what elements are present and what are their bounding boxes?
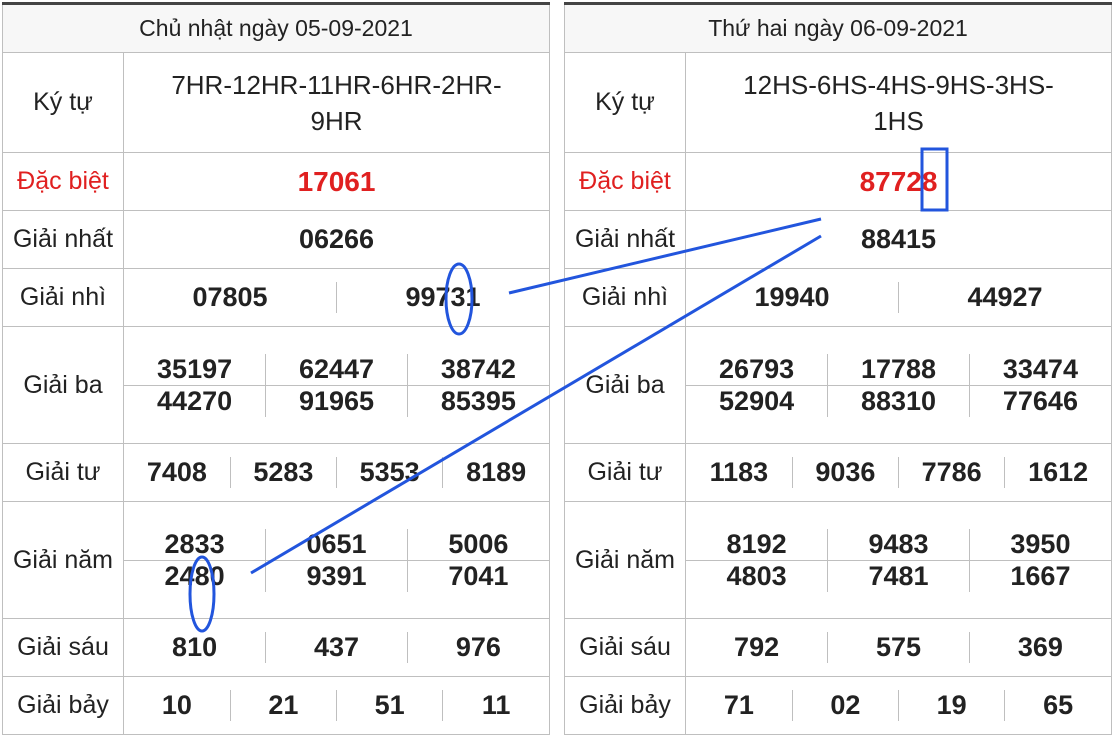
third-prize-number: 91965 — [265, 384, 408, 417]
third-prize-number: 77646 — [968, 384, 1111, 417]
label-special-prize: Đặc biệt — [564, 152, 686, 211]
label-sixth-prize: Giải sáu — [2, 618, 124, 677]
second-prize-number: 19940 — [754, 282, 830, 312]
seventh-prize-number: 02 — [791, 690, 899, 721]
fifth-prize-number: 2833 — [164, 528, 225, 559]
sixth-prize-number: 976 — [406, 632, 549, 663]
seventh-prize-number: 21 — [229, 690, 337, 721]
third-prize-number: 52904 — [686, 384, 828, 417]
fourth-prize-number: 5353 — [335, 457, 443, 488]
third-prize-number: 85395 — [406, 384, 549, 417]
third-prize-number: 33474 — [968, 353, 1111, 385]
kytu-line1: 12HS-6HS-4HS-9HS-3HS- — [743, 69, 1054, 100]
sixth-prize-number: 810 — [172, 632, 218, 662]
kytu-line2: 1HS — [873, 105, 924, 136]
fifth-prize-number: 0651 — [265, 528, 408, 560]
seventh-prize-number: 65 — [1004, 690, 1111, 721]
label-fifth-prize: Giải năm — [564, 501, 686, 619]
second-prize-cell: 19940 44927 — [684, 268, 1113, 327]
sixth-prize-number: 792 — [734, 632, 780, 662]
fifth-prize-number: 3950 — [968, 528, 1111, 560]
special-prize-number: 87728 — [684, 152, 1113, 211]
label-second-prize: Giải nhì — [564, 268, 686, 327]
label-fifth-prize: Giải năm — [2, 501, 124, 619]
label-second-prize: Giải nhì — [2, 268, 124, 327]
first-prize-number: 88415 — [684, 210, 1113, 269]
fifth-prize-number: 5006 — [406, 528, 549, 560]
seventh-prize-number: 11 — [442, 690, 549, 721]
label-third-prize: Giải ba — [564, 326, 686, 444]
third-prize-number: 35197 — [157, 353, 233, 384]
third-prize-cell: 35197 62447 38742 44270 91965 85395 — [123, 326, 550, 444]
third-prize-number: 26793 — [719, 353, 795, 384]
seventh-prize-number: 19 — [897, 690, 1005, 721]
label-kytu: Ký tự — [564, 52, 686, 153]
results-table-left: Chủ nhật ngày 05-09-2021 Ký tự 7HR-12HR-… — [2, 2, 550, 735]
second-prize-number: 99731 — [336, 282, 549, 313]
fourth-prize-number: 7786 — [897, 457, 1005, 488]
sixth-prize-number: 575 — [827, 632, 970, 663]
sixth-prize-number: 437 — [265, 632, 408, 663]
fifth-prize-number: 7481 — [827, 559, 970, 592]
second-prize-number: 44927 — [898, 282, 1111, 313]
fifth-prize-number: 9391 — [265, 559, 408, 592]
fourth-prize-number: 7408 — [146, 457, 207, 487]
seventh-prize-cell: 10 21 51 11 — [123, 676, 550, 735]
fifth-prize-number: 9483 — [827, 528, 970, 560]
label-kytu: Ký tự — [2, 52, 124, 153]
third-prize-cell: 26793 17788 33474 52904 88310 77646 — [684, 326, 1113, 444]
second-prize-number: 07805 — [192, 282, 268, 312]
third-prize-number: 88310 — [827, 384, 970, 417]
fifth-prize-number: 2480 — [124, 559, 266, 592]
results-table-right: Thứ hai ngày 06-09-2021 Ký tự 12HS-6HS-4… — [563, 2, 1113, 735]
label-fourth-prize: Giải tư — [2, 443, 124, 502]
label-seventh-prize: Giải bảy — [564, 676, 686, 735]
fourth-prize-number: 1183 — [709, 457, 769, 487]
fourth-prize-number: 8189 — [442, 457, 549, 488]
kytu-value: 7HR-12HR-11HR-6HR-2HR- 9HR — [123, 52, 550, 153]
label-fourth-prize: Giải tư — [564, 443, 686, 502]
sixth-prize-cell: 792 575 369 — [684, 618, 1113, 677]
fifth-prize-number: 8192 — [726, 528, 787, 559]
fifth-prize-number: 1667 — [968, 559, 1111, 592]
second-prize-cell: 07805 99731 — [123, 268, 550, 327]
label-first-prize: Giải nhất — [2, 210, 124, 269]
seventh-prize-cell: 71 02 19 65 — [684, 676, 1113, 735]
label-special-prize: Đặc biệt — [2, 152, 124, 211]
first-prize-number: 06266 — [123, 210, 550, 269]
fifth-prize-number: 4803 — [686, 559, 828, 592]
third-prize-number: 62447 — [265, 353, 408, 385]
third-prize-number: 44270 — [124, 384, 266, 417]
fourth-prize-number: 9036 — [791, 457, 899, 488]
fifth-prize-number: 7041 — [406, 559, 549, 592]
label-third-prize: Giải ba — [2, 326, 124, 444]
label-sixth-prize: Giải sáu — [564, 618, 686, 677]
kytu-value: 12HS-6HS-4HS-9HS-3HS- 1HS — [684, 52, 1113, 153]
date-header: Chủ nhật ngày 05-09-2021 — [2, 2, 550, 53]
special-prize-number: 17061 — [123, 152, 550, 211]
kytu-line1: 7HR-12HR-11HR-6HR-2HR- — [171, 69, 502, 100]
kytu-line2: 9HR — [310, 105, 363, 136]
seventh-prize-number: 71 — [723, 690, 754, 720]
fourth-prize-number: 5283 — [229, 457, 337, 488]
seventh-prize-number: 10 — [161, 690, 192, 720]
fourth-prize-cell: 7408 5283 5353 8189 — [123, 443, 550, 502]
label-seventh-prize: Giải bảy — [2, 676, 124, 735]
sixth-prize-cell: 810 437 976 — [123, 618, 550, 677]
third-prize-number: 38742 — [406, 353, 549, 385]
fourth-prize-number: 1612 — [1004, 457, 1111, 488]
sixth-prize-number: 369 — [968, 632, 1111, 663]
fourth-prize-cell: 1183 9036 7786 1612 — [684, 443, 1113, 502]
date-header: Thứ hai ngày 06-09-2021 — [563, 2, 1113, 53]
seventh-prize-number: 51 — [335, 690, 443, 721]
fifth-prize-cell: 2833 0651 5006 2480 9391 7041 — [123, 501, 550, 619]
label-first-prize: Giải nhất — [564, 210, 686, 269]
third-prize-number: 17788 — [827, 353, 970, 385]
fifth-prize-cell: 8192 9483 3950 4803 7481 1667 — [684, 501, 1113, 619]
